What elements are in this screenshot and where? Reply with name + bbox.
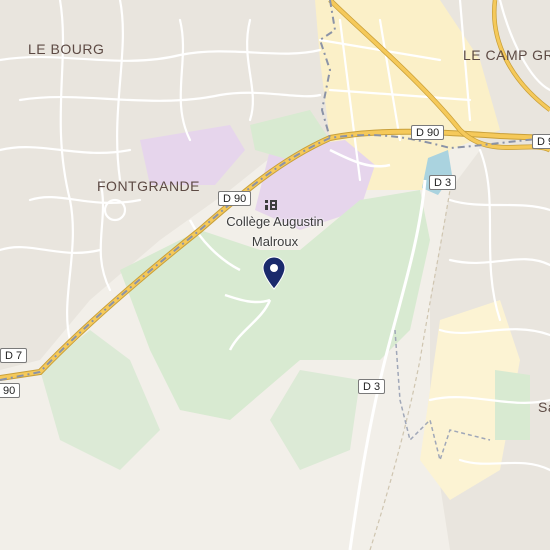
sports-field [495, 370, 530, 440]
road-shield-d90-west: 90 [0, 383, 21, 398]
poi-label-line2: Malroux [251, 234, 299, 249]
place-label-le-bourg: LE BOURG [28, 41, 105, 57]
road-shield-d90-east: D 90 [411, 125, 445, 140]
place-label-le-camp-gr: LE CAMP GR [463, 47, 550, 63]
road-shield-d90-edge: D 9 [532, 134, 550, 149]
place-label-fontgrande: FONTGRANDE [97, 178, 200, 194]
map-canvas[interactable]: LE BOURG LE CAMP GR FONTGRANDE Sa D 90 D… [0, 0, 550, 550]
road-shield-d3-south: D 3 [358, 379, 386, 394]
place-label-sa: Sa [538, 399, 550, 415]
road-shield-d7: D 7 [0, 348, 28, 363]
road-shield-d3-north: D 3 [429, 175, 457, 190]
school-icon[interactable] [264, 198, 278, 212]
poi-label-college[interactable]: Collège Augustin Malroux [210, 212, 340, 252]
road-shield-d90-center: D 90 [218, 191, 252, 206]
poi-label-line1: Collège Augustin [226, 214, 324, 229]
location-pin-icon[interactable] [262, 256, 286, 290]
